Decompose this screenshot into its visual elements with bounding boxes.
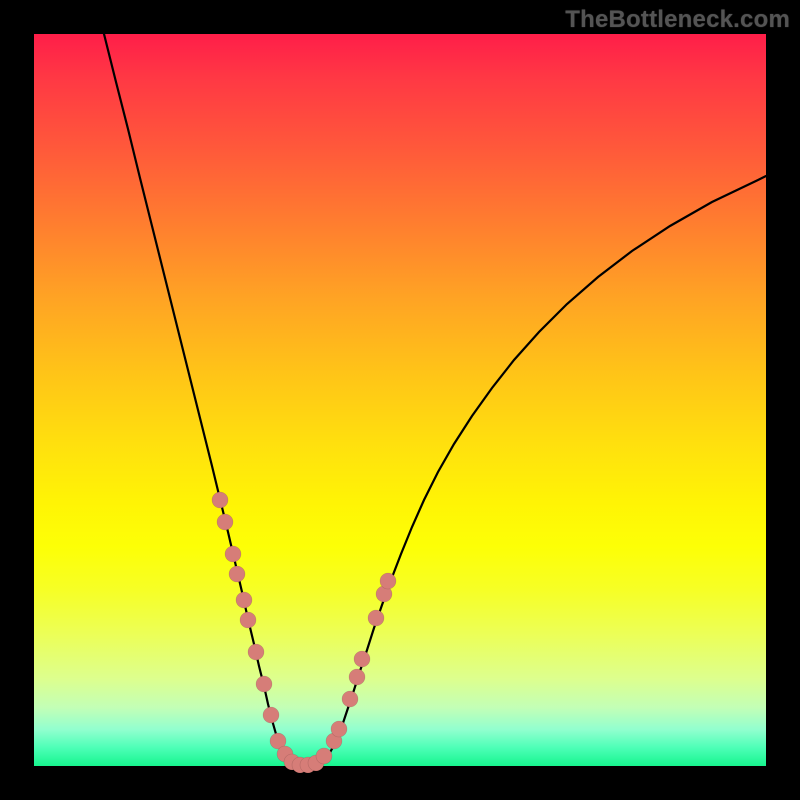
highlight-dot [212,492,228,508]
highlight-dot [316,748,332,764]
highlight-dot [368,610,384,626]
highlight-dot [256,676,272,692]
highlight-dot [331,721,347,737]
highlight-dot [236,592,252,608]
highlight-dot [349,669,365,685]
highlight-dots-group [212,492,396,773]
chart-svg [34,34,766,766]
chart-frame: TheBottleneck.com [0,0,800,800]
highlight-dot [229,566,245,582]
watermark-text: TheBottleneck.com [565,6,790,34]
highlight-dot [248,644,264,660]
highlight-dot [263,707,279,723]
bottleneck-curve [104,34,766,766]
highlight-dot [240,612,256,628]
highlight-dot [380,573,396,589]
highlight-dot [354,651,370,667]
highlight-dot [225,546,241,562]
plot-gradient-background [34,34,766,766]
highlight-dot [342,691,358,707]
highlight-dot [217,514,233,530]
